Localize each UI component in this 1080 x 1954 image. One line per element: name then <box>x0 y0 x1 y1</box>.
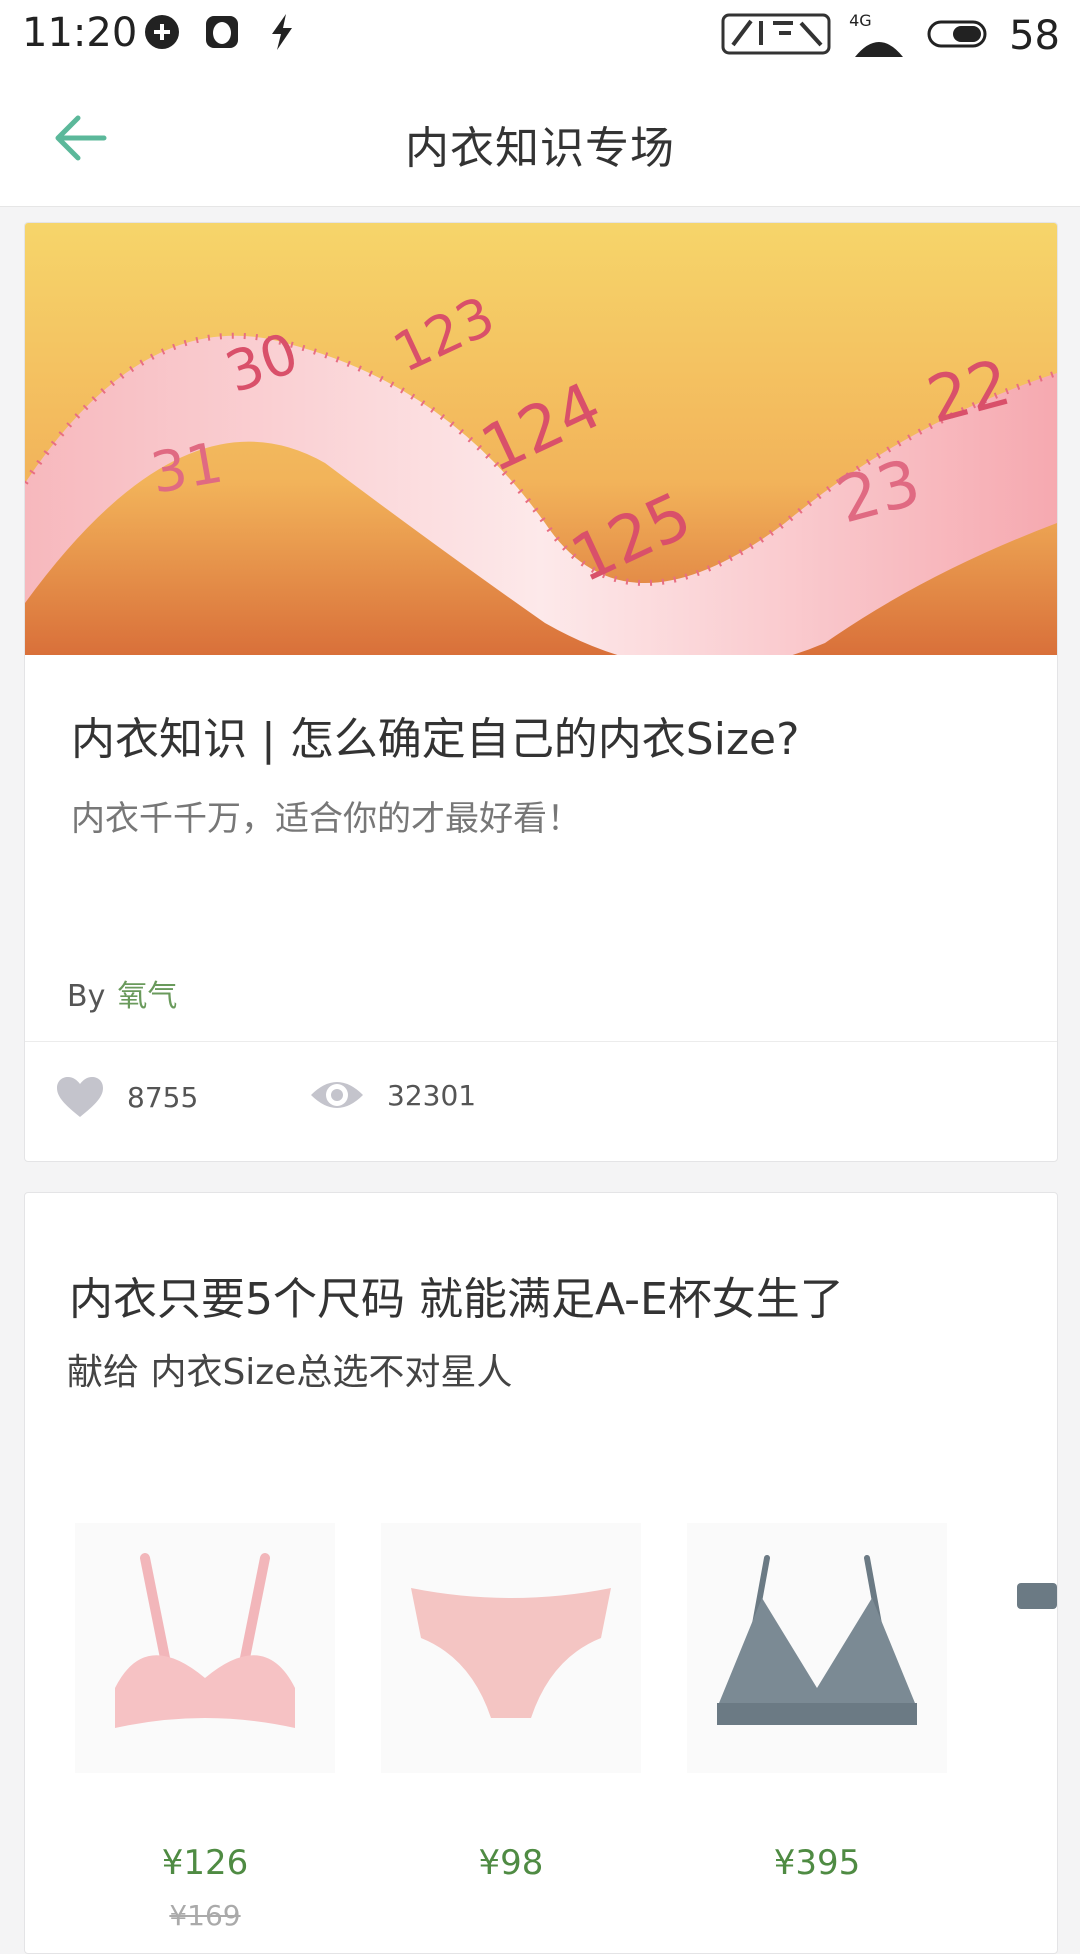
product-original-price: ¥169 <box>169 1899 241 1932</box>
article-card[interactable]: 30 31 123 124 125 22 23 内衣知识 | 怎么确定自己的内衣… <box>24 222 1058 1162</box>
by-label: By <box>67 979 106 1014</box>
tape-number-31: 31 <box>146 430 227 506</box>
collection-subtitle: 献给 内衣Size总选不对星人 <box>67 1352 513 1393</box>
page-title: 内衣知识专场 <box>405 123 675 174</box>
article-byline: By 氧气 <box>67 971 177 1015</box>
product-price: ¥98 <box>478 1843 544 1883</box>
network-icon: 4G <box>849 11 909 61</box>
product-price: ¥395 <box>773 1843 861 1883</box>
like-count: 8755 <box>127 1080 199 1114</box>
app-bar: 内衣知识专场 <box>0 70 1080 207</box>
collection-card[interactable]: 内衣只要5个尺码 就能满足A-E杯女生了 献给 内衣Size总选不对星人 ¥12… <box>24 1192 1058 1954</box>
battery-icon <box>927 18 991 54</box>
product-price: ¥126 <box>161 1843 249 1883</box>
product-card-1[interactable]: ¥126 ¥169 <box>75 1523 335 1932</box>
article-hero-image[interactable]: 30 31 123 124 125 22 23 <box>25 223 1057 655</box>
card-divider <box>25 1041 1057 1042</box>
qq-notification-icon <box>202 12 248 58</box>
product-carousel[interactable]: ¥126 ¥169 ¥98 ¥395 <box>25 1523 1057 1953</box>
view-stat: 32301 <box>309 1075 476 1115</box>
article-title[interactable]: 内衣知识 | 怎么确定自己的内衣Size? <box>71 703 799 767</box>
like-button[interactable]: 8755 <box>55 1075 198 1119</box>
product-card-4-partial[interactable] <box>1009 1523 1057 1627</box>
gray-triangle-bra-image <box>687 1523 947 1773</box>
product-card-3[interactable]: ¥395 <box>687 1523 947 1883</box>
view-count: 32301 <box>387 1078 477 1112</box>
product-card-2[interactable]: ¥98 <box>381 1523 641 1883</box>
status-time: 11:20 <box>22 10 138 56</box>
eye-icon <box>311 1082 363 1108</box>
charging-icon <box>262 12 308 58</box>
pink-bra-image <box>75 1523 335 1773</box>
theme-logo-icon <box>721 9 831 63</box>
status-right: 4G 58 <box>721 8 1060 64</box>
sync-icon <box>142 12 188 58</box>
collection-title[interactable]: 内衣只要5个尺码 就能满足A-E杯女生了 <box>69 1263 844 1327</box>
network-label: 4G <box>849 11 872 30</box>
heart-icon <box>57 1077 103 1117</box>
article-subtitle: 内衣千千万，适合你的才最好看！ <box>71 799 581 839</box>
author-link[interactable]: 氧气 <box>117 979 177 1014</box>
pink-panties-image <box>381 1523 641 1773</box>
battery-level: 58 <box>1009 13 1060 59</box>
partial-product-image <box>1017 1583 1057 1609</box>
status-bar: 11:20 4G 58 <box>0 0 1080 70</box>
